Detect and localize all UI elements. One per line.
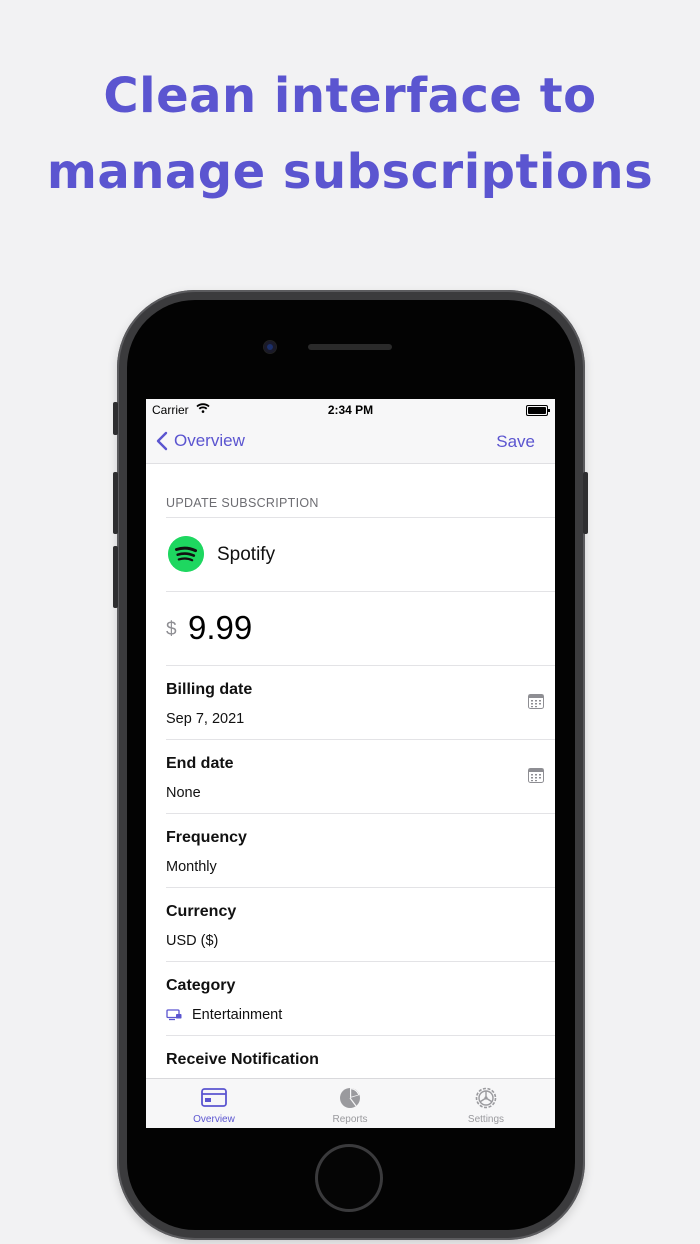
frequency-row[interactable]: Frequency Monthly [166,813,555,887]
earpiece-speaker [308,344,392,350]
calendar-icon[interactable] [528,768,544,783]
tab-overview[interactable]: Overview [146,1079,282,1128]
currency-row[interactable]: Currency USD ($) [166,887,555,961]
card-icon [201,1088,227,1107]
billing-date-row[interactable]: Billing date Sep 7, 2021 [166,665,555,739]
back-button[interactable]: Overview [156,429,245,453]
app-selector-row[interactable]: Spotify [166,517,555,591]
tab-reports[interactable]: Reports [282,1079,418,1128]
app-name: Spotify [217,544,276,565]
section-header: UPDATE SUBSCRIPTION [166,496,319,510]
category-row[interactable]: Category Entertainment [166,961,555,1035]
volume-down-button [113,546,118,608]
app-screen: Carrier 2:34 PM Overview Save UPDATE SUB… [146,399,555,1128]
back-button-label: Overview [174,431,245,450]
field-value: Sep 7, 2021 [166,711,245,727]
status-time: 2:34 PM [327,403,374,417]
front-camera [264,341,276,353]
subscription-form: UPDATE SUBSCRIPTION Spotify $ 9.99 Billi… [146,464,555,1078]
field-label: End date [166,755,234,772]
currency-symbol: $ [166,619,177,640]
price-input[interactable]: 9.99 [188,609,252,647]
headline-line-2: manage subscriptions [46,144,654,200]
field-label: Billing date [166,681,253,698]
status-bar: Carrier 2:34 PM [146,399,555,421]
silent-switch [113,402,118,435]
chevron-left-icon [156,431,168,451]
price-row[interactable]: $ 9.99 [166,591,555,665]
field-value: None [166,785,201,801]
notification-row[interactable]: Receive Notification [166,1035,555,1078]
save-button[interactable]: Save [496,432,535,452]
tab-settings[interactable]: Settings [418,1079,554,1128]
battery-icon [526,405,550,416]
field-label: Category [166,977,236,994]
tab-bar: Overview Reports Settings [146,1078,555,1128]
tab-label: Reports [332,1114,368,1125]
gear-icon [475,1087,497,1109]
spotify-logo-icon [168,536,204,572]
pie-chart-icon [340,1088,360,1108]
field-value: Monthly [166,859,217,875]
field-value: Entertainment [192,1007,283,1023]
field-label: Receive Notification [166,1051,319,1068]
home-button[interactable] [318,1147,380,1209]
tab-label: Overview [193,1114,235,1125]
tab-label: Settings [467,1114,505,1125]
navigation-bar: Overview Save [146,421,555,464]
calendar-icon[interactable] [528,694,544,709]
volume-up-button [113,472,118,534]
field-label: Currency [166,903,237,920]
field-label: Frequency [166,829,247,846]
field-value: USD ($) [166,933,219,949]
headline: Clean interface to manage subscriptions [0,58,700,210]
tv-icon [166,1009,182,1021]
power-button [583,472,588,534]
headline-line-1: Clean interface to [103,68,597,124]
end-date-row[interactable]: End date None [166,739,555,813]
